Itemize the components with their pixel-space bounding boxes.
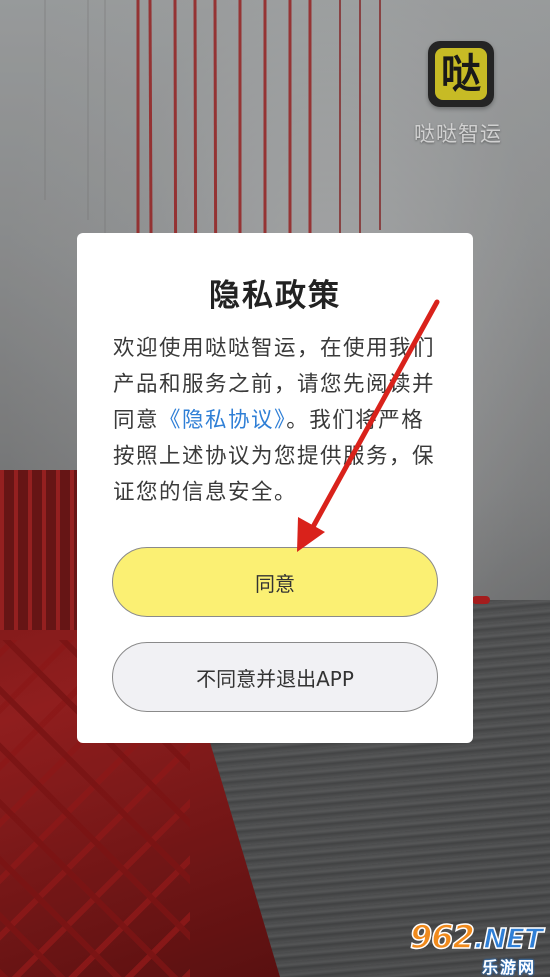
watermark-subtitle: 乐游网 xyxy=(482,958,537,977)
watermark-logo: 962.NET xyxy=(409,917,546,957)
watermark-suffix: .NET xyxy=(473,921,544,956)
agree-button[interactable]: 同意 xyxy=(112,547,438,617)
dialog-title: 隐私政策 xyxy=(209,278,341,314)
decline-exit-button[interactable]: 不同意并退出APP xyxy=(112,642,438,712)
decline-button-label: 不同意并退出APP xyxy=(196,666,354,691)
dialog-body: 欢迎使用哒哒智运，在使用我们产品和服务之前，请您先阅读并同意《隐私协议》。我们将… xyxy=(113,331,443,511)
watermark-number: 962 xyxy=(409,917,475,957)
app-splash-screen: 哒 哒哒智运 隐私政策 欢迎使用哒哒智运，在使用我们产品和服务之前，请您先阅读并… xyxy=(0,0,550,977)
site-watermark: 962.NET 乐游网 xyxy=(409,917,546,977)
privacy-agreement-link[interactable]: 《隐私协议》 xyxy=(159,408,286,433)
agree-button-label: 同意 xyxy=(255,571,295,596)
